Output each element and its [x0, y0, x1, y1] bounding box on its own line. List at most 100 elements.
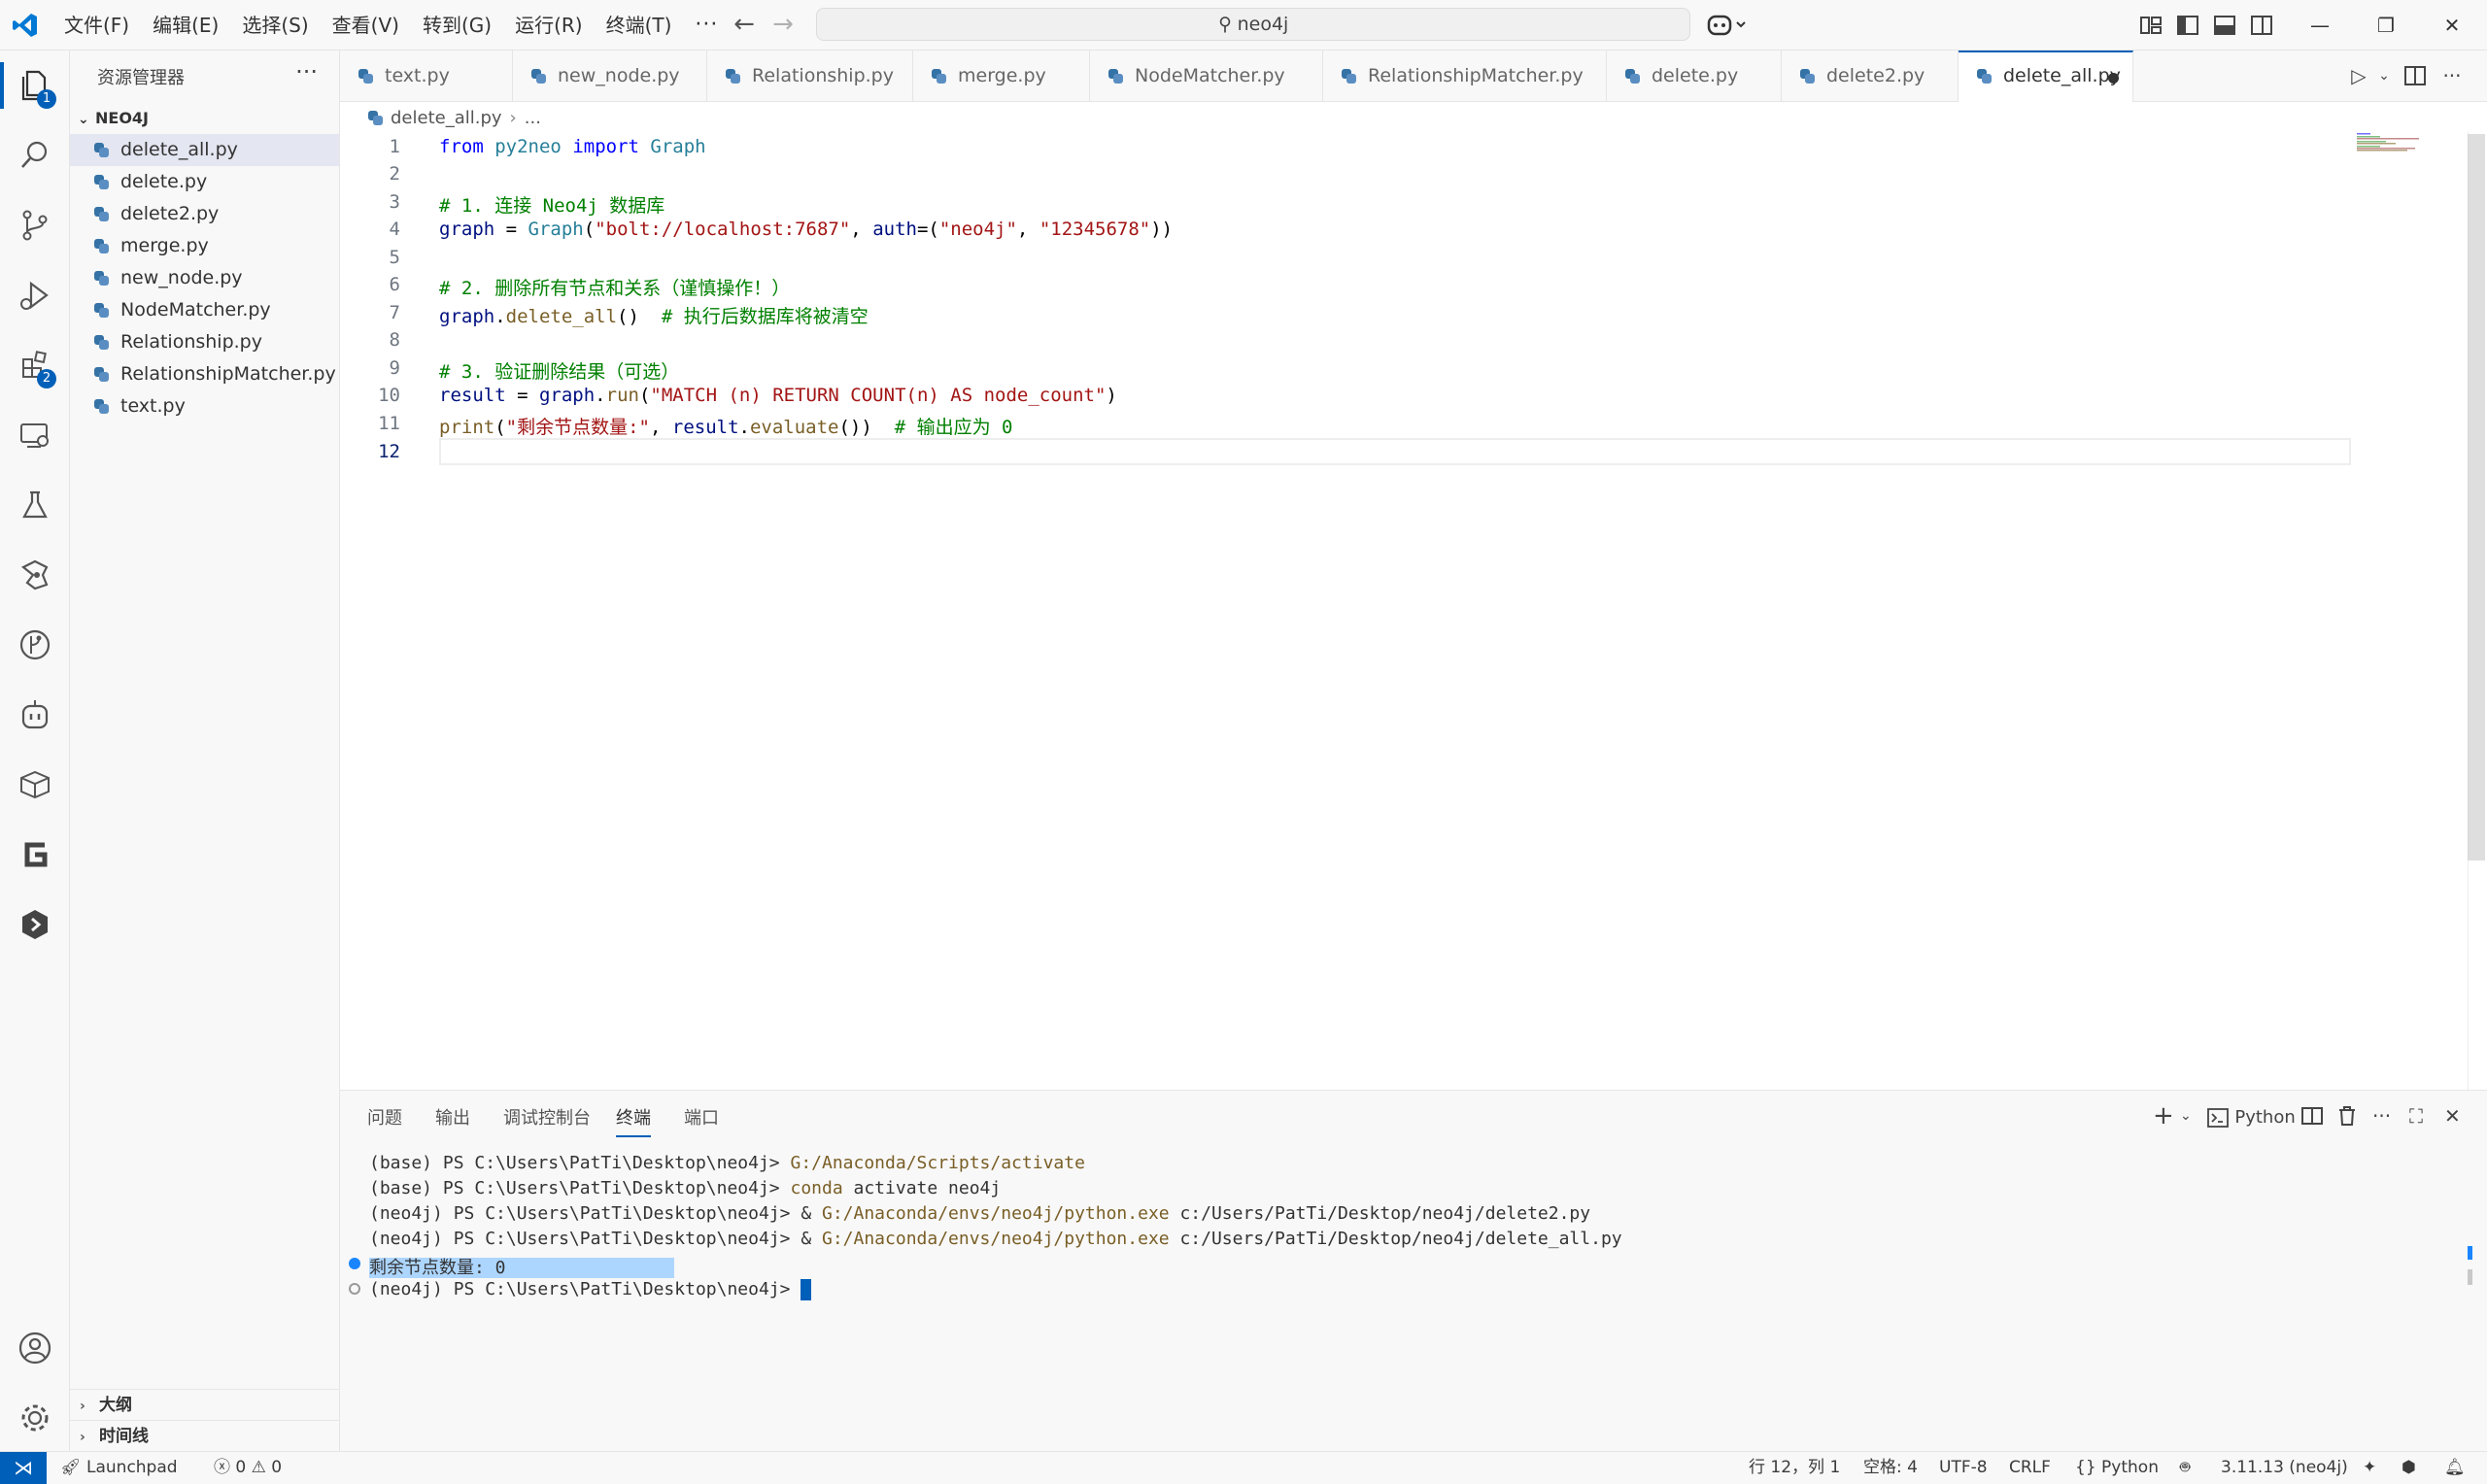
remote-explorer-button[interactable] [0, 404, 70, 466]
minimap[interactable] [2357, 132, 2425, 161]
forward-arrow-icon[interactable]: → [769, 12, 797, 39]
menu-run[interactable]: 运行(R) [503, 8, 595, 43]
language-mode-status[interactable]: {} Python [2075, 1452, 2159, 1484]
restore-button[interactable]: ❐ [2367, 8, 2405, 43]
outline-section[interactable]: › 大纲 [70, 1389, 339, 1420]
copilot-icon[interactable] [1706, 10, 1749, 41]
tab-delete2-py[interactable]: delete2.py [1782, 51, 1959, 101]
menu-terminal[interactable]: 终端(T) [595, 8, 684, 43]
terminal-dropdown-chevron-icon[interactable]: ⌄ [2180, 1102, 2192, 1130]
breadcrumb-file[interactable]: delete_all.py [391, 108, 502, 128]
tab-delete-py[interactable]: delete.py [1607, 51, 1782, 101]
file-item[interactable]: NodeMatcher.py [70, 294, 339, 326]
minimize-button[interactable]: — [2300, 8, 2339, 43]
git-graph-button[interactable] [0, 614, 70, 676]
g-logo-icon [24, 842, 48, 867]
breadcrumb-rest[interactable]: ... [525, 108, 541, 128]
sidebar-more-button[interactable]: ··· [295, 58, 318, 85]
tab-delete-all-py[interactable]: delete_all.py [1959, 51, 2133, 102]
remote-indicator-icon[interactable]: ⋊ [0, 1452, 47, 1484]
run-file-button[interactable]: ▷ [2345, 62, 2372, 89]
current-line-highlight [439, 438, 2351, 465]
menu-go[interactable]: 转到(G) [411, 8, 503, 43]
file-item[interactable]: delete_all.py [70, 134, 339, 166]
extensions-button[interactable]: 2 [0, 334, 70, 396]
code-editor[interactable]: 1 2 3 4 5 6 7 8 9 10 11 12 from py2neo i… [340, 132, 2487, 1090]
g-extension-button[interactable] [0, 824, 70, 886]
editor-scrollbar[interactable] [2468, 134, 2485, 860]
hexagon-status-icon[interactable]: ⬢ [2402, 1452, 2416, 1484]
terminal-line: (base) PS C:\Users\PatTi\Desktop\neo4j> … [369, 1178, 1002, 1198]
panel-tab-terminal[interactable]: 终端 [616, 1104, 651, 1137]
sparkle-status-icon[interactable]: ✦ [2363, 1452, 2376, 1484]
launchpad-item[interactable]: 🚀︎ Launchpad [60, 1452, 178, 1484]
tab-new-node-py[interactable]: new_node.py [513, 51, 707, 101]
toggle-secondary-sidebar-icon[interactable] [2248, 12, 2275, 39]
manage-button[interactable] [0, 1387, 70, 1449]
unsaved-dot-icon[interactable] [2108, 73, 2119, 84]
back-arrow-icon[interactable]: ← [731, 12, 758, 39]
close-window-button[interactable]: ✕ [2433, 8, 2471, 43]
close-panel-button[interactable]: ✕ [2444, 1102, 2461, 1130]
new-terminal-plus-icon[interactable]: + [2153, 1102, 2174, 1130]
problems-status[interactable]: ⓧ 0 ⚠ 0 [214, 1452, 282, 1484]
gear-icon [21, 1404, 49, 1432]
copilot-status-icon[interactable]: 🤖︎ [2180, 1452, 2190, 1484]
python-interpreter-status[interactable]: 3.11.13 (neo4j) [2221, 1452, 2348, 1484]
timeline-section[interactable]: › 时间线 [70, 1420, 339, 1451]
source-control-button[interactable] [0, 194, 70, 256]
maximize-panel-icon[interactable]: ⛶ [2409, 1102, 2423, 1130]
menu-view[interactable]: 查看(V) [321, 8, 411, 43]
menu-more-button[interactable]: ··· [683, 8, 730, 43]
notifications-bell-icon[interactable]: 🔔︎ [2444, 1452, 2466, 1484]
customize-layout-icon[interactable] [2137, 12, 2164, 39]
split-terminal-icon[interactable] [2300, 1102, 2324, 1130]
hexagon-extension-button[interactable] [0, 894, 70, 956]
file-item[interactable]: text.py [70, 390, 339, 422]
panel-tab-debug-console[interactable]: 调试控制台 [503, 1104, 591, 1130]
menu-selection[interactable]: 选择(S) [230, 8, 320, 43]
command-pending-dot-icon[interactable] [349, 1283, 360, 1295]
tab-relationshipmatcher-py[interactable]: RelationshipMatcher.py [1323, 51, 1607, 101]
trash-icon[interactable] [2335, 1102, 2359, 1130]
panel-tab-ports[interactable]: 端口 [684, 1104, 719, 1130]
file-item[interactable]: delete.py [70, 166, 339, 198]
file-item[interactable]: merge.py [70, 230, 339, 262]
run-debug-button[interactable] [0, 264, 70, 326]
file-item[interactable]: new_node.py [70, 262, 339, 294]
panel-more-button[interactable]: ··· [2372, 1102, 2391, 1130]
split-editor-icon[interactable] [2402, 62, 2429, 89]
tab-nodematcher-py[interactable]: NodeMatcher.py [1090, 51, 1323, 101]
codegeex-button[interactable] [0, 544, 70, 606]
file-item[interactable]: Relationship.py [70, 326, 339, 358]
encoding-status[interactable]: UTF-8 [1939, 1452, 1988, 1484]
indentation-status[interactable]: 空格: 4 [1863, 1452, 1918, 1484]
panel-tab-output[interactable]: 输出 [435, 1104, 470, 1130]
command-center-search[interactable]: ⚲ neo4j [816, 8, 1690, 41]
file-item[interactable]: delete2.py [70, 198, 339, 230]
tab-label: RelationshipMatcher.py [1368, 65, 1584, 86]
testing-button[interactable] [0, 474, 70, 536]
file-item[interactable]: RelationshipMatcher.py [70, 358, 339, 390]
editor-more-button[interactable]: ··· [2438, 62, 2466, 89]
menu-file[interactable]: 文件(F) [52, 8, 141, 43]
search-view-button[interactable] [0, 124, 70, 186]
tab-relationship-py[interactable]: Relationship.py [707, 51, 913, 101]
folder-root[interactable]: ⌄ NEO4J [78, 109, 149, 127]
command-success-dot-icon[interactable] [349, 1258, 360, 1269]
run-dropdown-chevron-icon[interactable]: ⌄ [2370, 62, 2398, 89]
terminal-scrollbar[interactable] [2468, 1269, 2472, 1285]
toggle-primary-sidebar-icon[interactable] [2174, 12, 2201, 39]
menu-edit[interactable]: 编辑(E) [141, 8, 230, 43]
terminal-shell-selector[interactable]: Python [2207, 1102, 2296, 1130]
tab-text-py[interactable]: text.py [340, 51, 513, 101]
explorer-button[interactable]: 1 [0, 54, 70, 117]
accounts-button[interactable] [0, 1317, 70, 1379]
panel-tab-problems[interactable]: 问题 [367, 1104, 402, 1130]
ai-assistant-button[interactable] [0, 684, 70, 746]
containers-button[interactable] [0, 754, 70, 816]
toggle-panel-icon[interactable] [2211, 12, 2238, 39]
cursor-position-status[interactable]: 行 12，列 1 [1749, 1452, 1840, 1484]
eol-status[interactable]: CRLF [2009, 1452, 2051, 1484]
tab-merge-py[interactable]: merge.py [913, 51, 1090, 101]
